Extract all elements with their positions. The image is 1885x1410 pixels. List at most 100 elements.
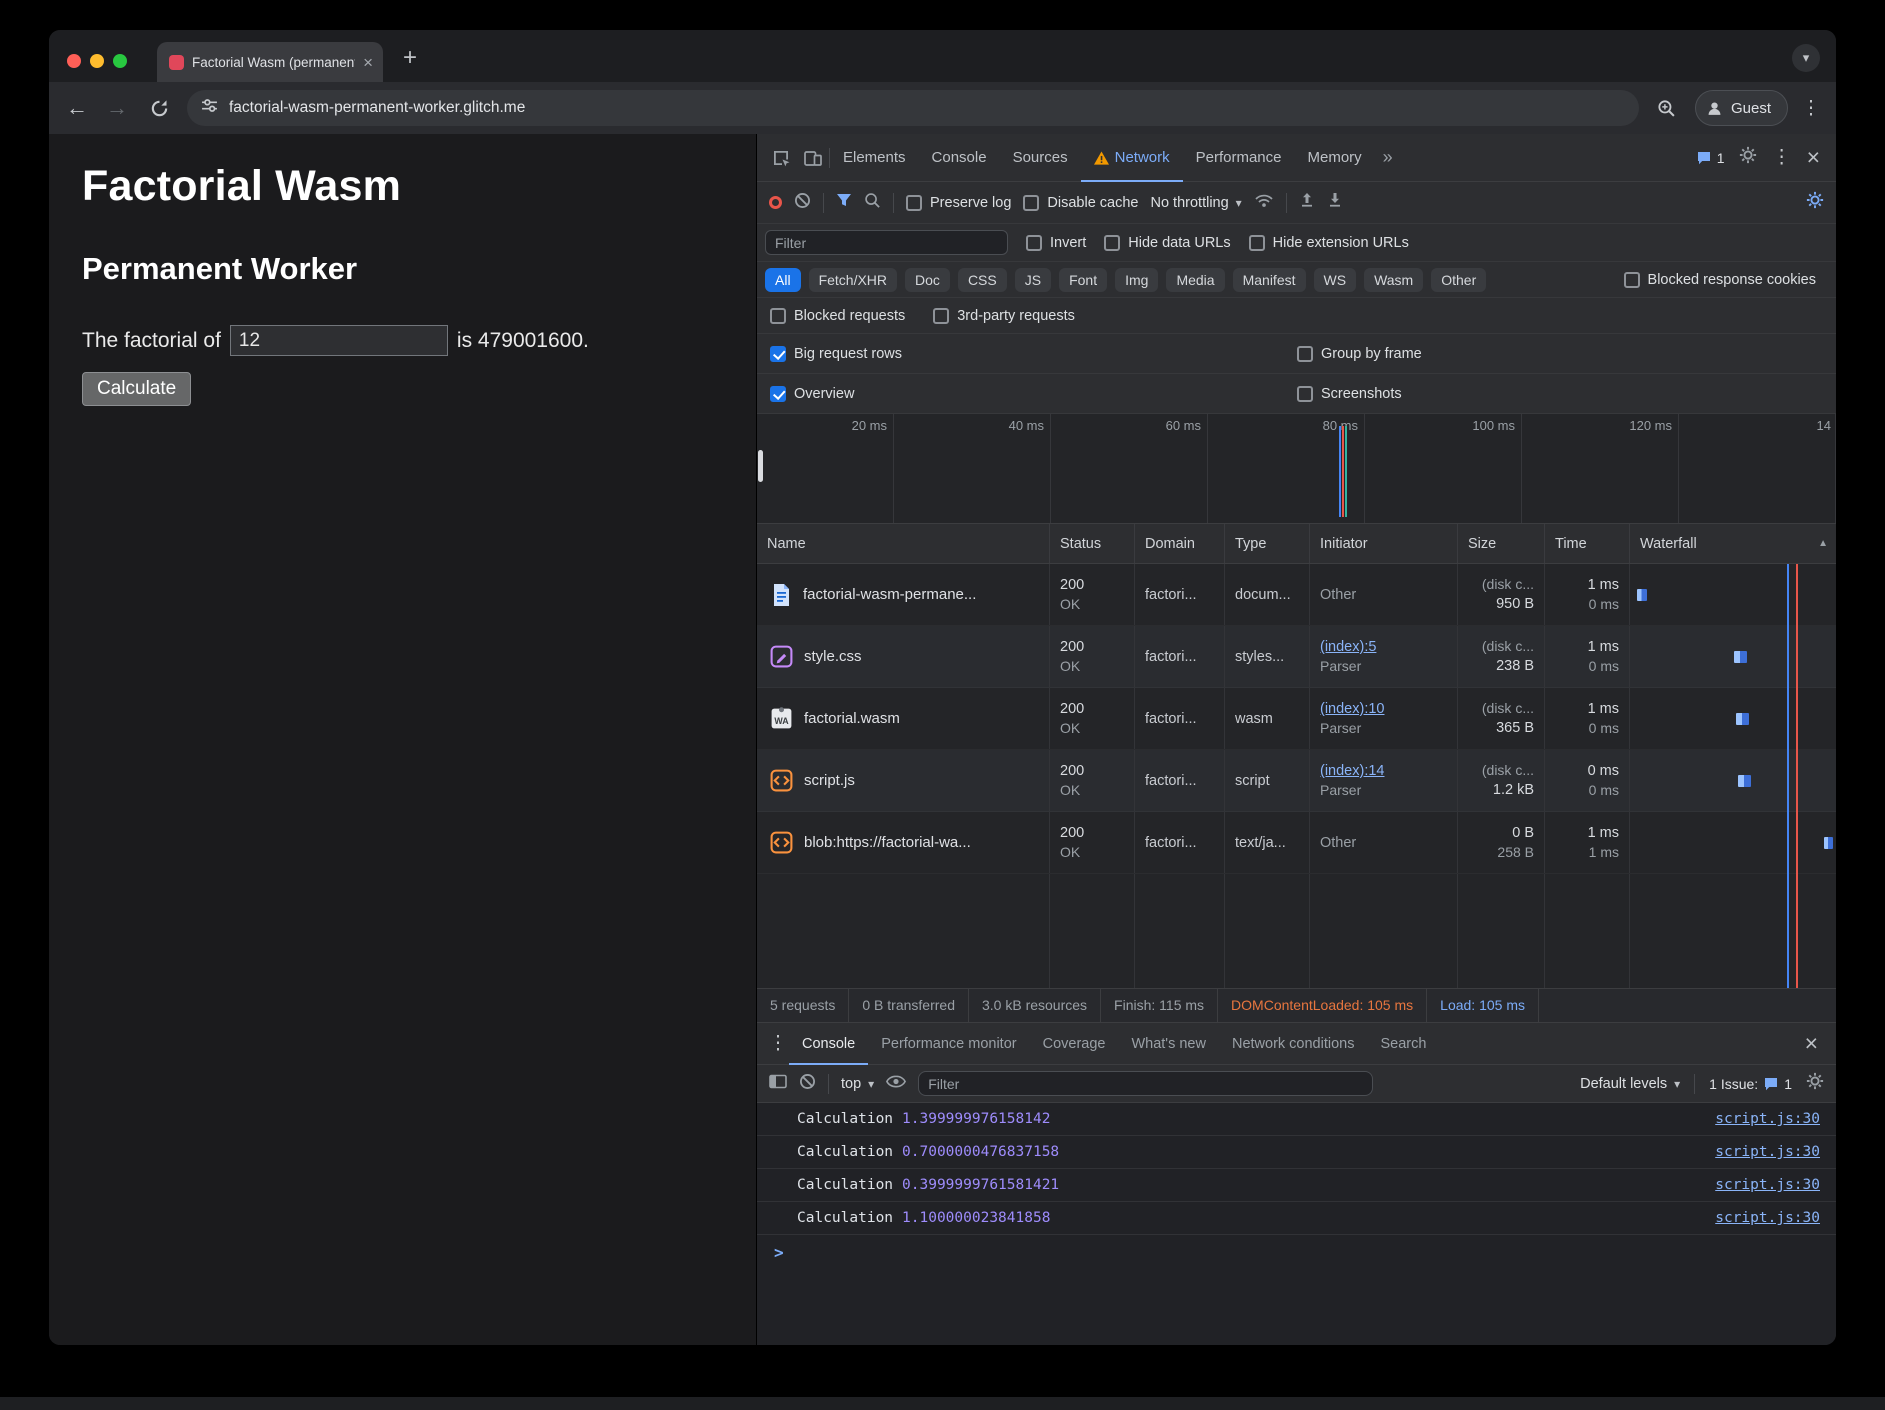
blocked-response-cookies-checkbox[interactable]: Blocked response cookies: [1624, 272, 1816, 288]
source-link[interactable]: script.js:30: [1715, 1144, 1820, 1160]
group-by-frame-checkbox[interactable]: Group by frame: [1297, 346, 1422, 362]
devtools-settings-button[interactable]: [1739, 146, 1757, 169]
site-settings-icon[interactable]: [201, 97, 218, 119]
column-header-name[interactable]: Name: [757, 524, 1050, 563]
checkbox-checked[interactable]: [770, 386, 786, 402]
more-tabs-button[interactable]: »: [1375, 147, 1401, 168]
tab-close-icon[interactable]: ×: [363, 54, 373, 71]
window-minimize-button[interactable]: [90, 54, 104, 68]
tab-performance[interactable]: Performance: [1183, 134, 1295, 182]
issues-counter[interactable]: 1: [1696, 150, 1725, 166]
column-header-time[interactable]: Time: [1545, 524, 1630, 563]
clear-button[interactable]: [794, 192, 811, 214]
zoom-icon[interactable]: [1651, 92, 1683, 124]
drawer-tab-search[interactable]: Search: [1367, 1023, 1439, 1065]
tab-console[interactable]: Console: [919, 134, 1000, 182]
third-party-requests-checkbox[interactable]: 3rd-party requests: [933, 308, 1075, 324]
new-tab-button[interactable]: +: [395, 43, 425, 73]
browser-tab[interactable]: Factorial Wasm (permanent W ×: [157, 42, 383, 82]
filter-chip-all[interactable]: All: [765, 268, 801, 292]
big-request-rows-checkbox[interactable]: Big request rows: [770, 346, 902, 362]
checkbox[interactable]: [1104, 235, 1120, 251]
reload-button[interactable]: [143, 92, 175, 124]
console-settings-button[interactable]: [1806, 1072, 1824, 1095]
tab-sources[interactable]: Sources: [1000, 134, 1081, 182]
request-row-wasm[interactable]: WA factorial.wasm 200OK factori... wasm …: [757, 688, 1836, 750]
devtools-menu-button[interactable]: ⋮: [1771, 146, 1793, 169]
filter-chip-manifest[interactable]: Manifest: [1233, 268, 1306, 292]
browser-menu-button[interactable]: ⋮: [1800, 97, 1822, 120]
guest-profile-button[interactable]: Guest: [1695, 90, 1788, 126]
checkbox[interactable]: [1026, 235, 1042, 251]
drawer-tab-console[interactable]: Console: [789, 1023, 868, 1065]
network-settings-button[interactable]: [1806, 191, 1824, 214]
forward-button[interactable]: →: [103, 97, 131, 119]
window-zoom-button[interactable]: [113, 54, 127, 68]
drawer-tab-coverage[interactable]: Coverage: [1030, 1023, 1119, 1065]
hide-extension-urls-checkbox[interactable]: Hide extension URLs: [1249, 235, 1409, 251]
filter-chip-js[interactable]: JS: [1015, 268, 1051, 292]
column-header-waterfall[interactable]: Waterfall ▲: [1630, 524, 1836, 563]
throttling-select[interactable]: No throttling ▾: [1150, 195, 1241, 211]
inspect-element-button[interactable]: [765, 142, 797, 174]
filter-chip-font[interactable]: Font: [1059, 268, 1107, 292]
filter-chip-fetch-xhr[interactable]: Fetch/XHR: [809, 268, 897, 292]
filter-chip-wasm[interactable]: Wasm: [1364, 268, 1423, 292]
console-sidebar-toggle[interactable]: [769, 1074, 787, 1094]
drawer-menu-button[interactable]: ⋮: [767, 1032, 789, 1055]
filter-chip-css[interactable]: CSS: [958, 268, 1007, 292]
tab-elements[interactable]: Elements: [830, 134, 919, 182]
filter-chip-media[interactable]: Media: [1166, 268, 1224, 292]
column-header-domain[interactable]: Domain: [1135, 524, 1225, 563]
overview-checkbox[interactable]: Overview: [770, 386, 854, 402]
request-row-stylesheet[interactable]: style.css 200OK factori... styles... (in…: [757, 626, 1836, 688]
request-row-script[interactable]: script.js 200OK factori... script (index…: [757, 750, 1836, 812]
console-prompt[interactable]: >: [757, 1243, 1836, 1262]
column-header-status[interactable]: Status: [1050, 524, 1135, 563]
screenshots-checkbox[interactable]: Screenshots: [1297, 386, 1402, 402]
request-row-document[interactable]: factorial-wasm-permane... 200OK factori.…: [757, 564, 1836, 626]
timeline-drag-handle[interactable]: [758, 450, 763, 482]
filter-chip-other[interactable]: Other: [1431, 268, 1486, 292]
tab-network[interactable]: Network: [1081, 134, 1183, 182]
console-issues-counter[interactable]: 1 Issue: 1: [1709, 1076, 1792, 1092]
filter-chip-img[interactable]: Img: [1115, 268, 1158, 292]
tab-search-button[interactable]: ▾: [1792, 44, 1820, 72]
import-har-button[interactable]: [1299, 192, 1315, 213]
drawer-close-icon[interactable]: ×: [1805, 1032, 1826, 1055]
initiator-link[interactable]: (index):5: [1320, 637, 1447, 657]
preserve-log-checkbox[interactable]: Preserve log: [906, 195, 1011, 211]
checkbox-checked[interactable]: [770, 346, 786, 362]
column-header-initiator[interactable]: Initiator: [1310, 524, 1458, 563]
back-button[interactable]: ←: [63, 97, 91, 119]
network-conditions-button[interactable]: [1254, 193, 1274, 213]
checkbox[interactable]: [1624, 272, 1640, 288]
network-filter-input[interactable]: [765, 230, 1008, 255]
filter-chip-doc[interactable]: Doc: [905, 268, 950, 292]
factorial-input[interactable]: [230, 325, 448, 356]
blocked-requests-checkbox[interactable]: Blocked requests: [770, 308, 905, 324]
source-link[interactable]: script.js:30: [1715, 1177, 1820, 1193]
network-search-button[interactable]: [864, 192, 881, 214]
invert-checkbox[interactable]: Invert: [1026, 235, 1086, 251]
drawer-tab-network-conditions[interactable]: Network conditions: [1219, 1023, 1368, 1065]
record-button[interactable]: [769, 196, 782, 209]
console-filter-input[interactable]: [918, 1071, 1373, 1096]
filter-chip-ws[interactable]: WS: [1314, 268, 1357, 292]
column-header-type[interactable]: Type: [1225, 524, 1310, 563]
initiator-link[interactable]: (index):10: [1320, 699, 1447, 719]
devtools-close-icon[interactable]: ×: [1807, 146, 1820, 169]
calculate-button[interactable]: Calculate: [82, 372, 191, 406]
initiator-link[interactable]: (index):14: [1320, 761, 1447, 781]
source-link[interactable]: script.js:30: [1715, 1210, 1820, 1226]
console-context-selector[interactable]: top ▾: [841, 1076, 874, 1092]
checkbox[interactable]: [1249, 235, 1265, 251]
filter-toggle-button[interactable]: [836, 192, 852, 213]
export-har-button[interactable]: [1327, 192, 1343, 213]
create-live-expression-button[interactable]: [886, 1075, 906, 1093]
network-overview-timeline[interactable]: 20 ms 40 ms 60 ms 80 ms 100 ms 120 ms 14: [757, 414, 1836, 524]
checkbox[interactable]: [906, 195, 922, 211]
hide-data-urls-checkbox[interactable]: Hide data URLs: [1104, 235, 1230, 251]
checkbox[interactable]: [1297, 386, 1313, 402]
checkbox[interactable]: [770, 308, 786, 324]
